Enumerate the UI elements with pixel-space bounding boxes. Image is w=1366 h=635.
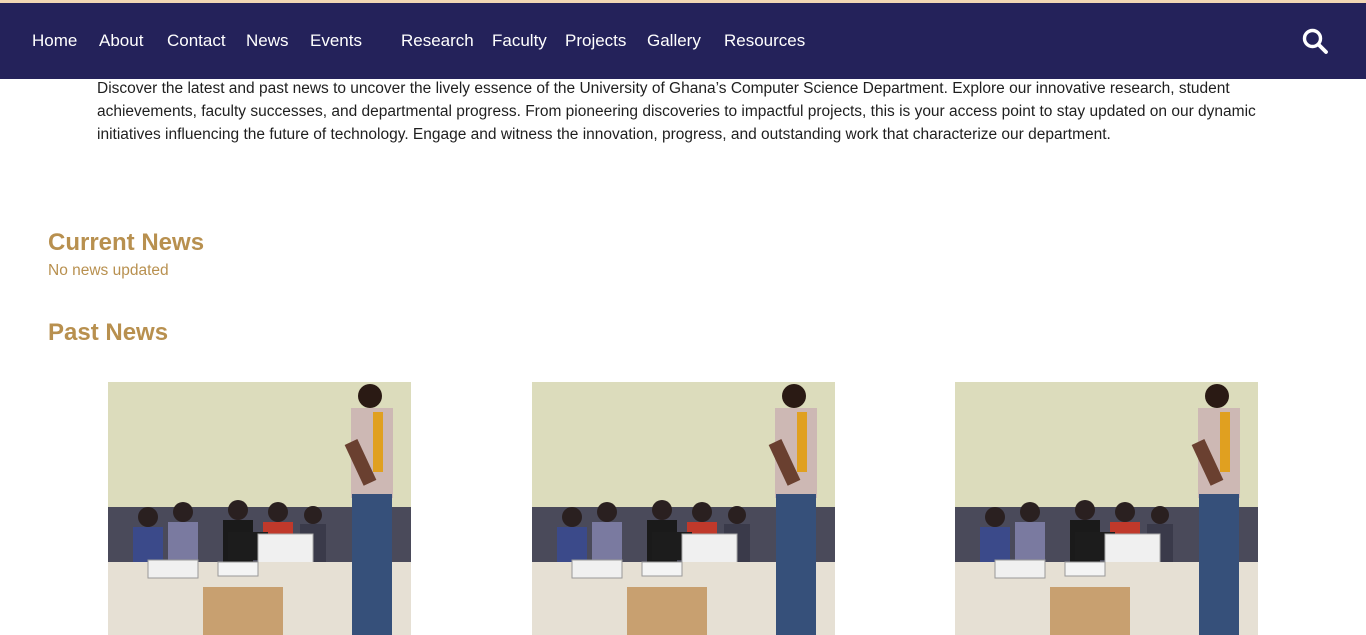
news-card-image[interactable] — [108, 382, 411, 635]
nav-contact[interactable]: Contact — [167, 3, 226, 79]
nav-resources[interactable]: Resources — [724, 3, 805, 79]
nav-research[interactable]: Research — [401, 3, 474, 79]
search-button[interactable] — [1301, 27, 1329, 55]
nav-news[interactable]: News — [246, 3, 289, 79]
nav-home[interactable]: Home — [32, 3, 77, 79]
no-news-message: No news updated — [48, 262, 169, 279]
news-card-image[interactable] — [532, 382, 835, 635]
search-icon — [1302, 28, 1328, 54]
nav-projects[interactable]: Projects — [565, 3, 626, 79]
past-news-heading: Past News — [48, 319, 169, 346]
news-card-2[interactable] — [532, 382, 835, 635]
news-card-image[interactable] — [955, 382, 1258, 635]
main-navbar: Home About Contact News Events Research … — [0, 3, 1366, 79]
news-card-1[interactable] — [108, 382, 411, 635]
nav-events[interactable]: Events — [310, 3, 362, 79]
news-card-3[interactable] — [955, 382, 1258, 635]
nav-faculty[interactable]: Faculty — [492, 3, 547, 79]
nav-gallery[interactable]: Gallery — [647, 3, 701, 79]
nav-about[interactable]: About — [99, 3, 143, 79]
intro-paragraph: Discover the latest and past news to unc… — [97, 80, 1256, 143]
current-news-heading: Current News — [48, 229, 205, 256]
